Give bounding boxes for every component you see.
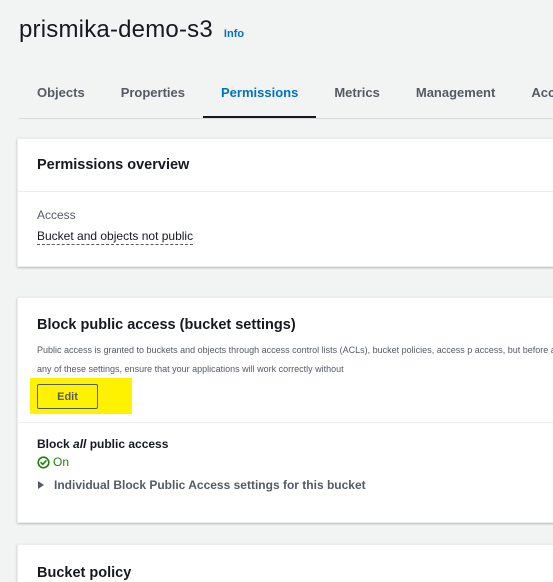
block-all-emphasis: all: [73, 437, 87, 451]
info-link[interactable]: Info: [224, 28, 244, 40]
tab-management[interactable]: Management: [398, 66, 513, 118]
access-value[interactable]: Bucket and objects not public: [37, 229, 194, 245]
tab-access-points[interactable]: Acce: [513, 66, 553, 118]
bucket-policy-panel: Bucket policy: [17, 544, 553, 582]
block-all-prefix: Block: [37, 437, 74, 451]
permissions-overview-panel: Permissions overview Access Bucket and o…: [17, 138, 553, 267]
s3-bucket-permissions-page: prismika-demo-s3 Info Objects Properties…: [0, 0, 553, 582]
block-public-access-title: Block public access (bucket settings): [37, 317, 296, 333]
panel-header: Block public access (bucket settings) Pu…: [18, 298, 553, 423]
bucket-policy-title: Bucket policy: [37, 565, 132, 581]
bucket-tabs: Objects Properties Permissions Metrics M…: [19, 66, 553, 119]
status-text: On: [53, 455, 70, 469]
page-title: prismika-demo-s3: [19, 16, 213, 43]
block-public-access-panel: Block public access (bucket settings) Pu…: [17, 297, 553, 523]
panel-body: Access Bucket and objects not public: [18, 192, 553, 261]
tab-metrics[interactable]: Metrics: [316, 66, 398, 118]
tab-objects[interactable]: Objects: [19, 66, 103, 118]
individual-settings-expander[interactable]: Individual Block Public Access settings …: [37, 478, 539, 492]
page-header: prismika-demo-s3 Info: [19, 16, 244, 44]
block-all-suffix: public access: [86, 437, 169, 451]
check-circle-icon: [37, 455, 50, 469]
panel-header: Permissions overview: [18, 139, 553, 192]
edit-button[interactable]: Edit: [37, 384, 98, 409]
expander-label: Individual Block Public Access settings …: [54, 478, 366, 492]
block-public-access-description: Public access is granted to buckets and …: [37, 345, 553, 374]
access-label: Access: [37, 208, 76, 222]
permissions-overview-title: Permissions overview: [37, 157, 190, 173]
status-indicator: On: [37, 455, 539, 469]
block-all-public-access-label: Block all public access: [37, 437, 539, 451]
caret-right-icon: [38, 481, 44, 489]
panel-body: Block all public access On Individual Bl…: [18, 423, 553, 506]
tab-permissions[interactable]: Permissions: [203, 66, 317, 118]
tab-properties[interactable]: Properties: [103, 66, 203, 118]
